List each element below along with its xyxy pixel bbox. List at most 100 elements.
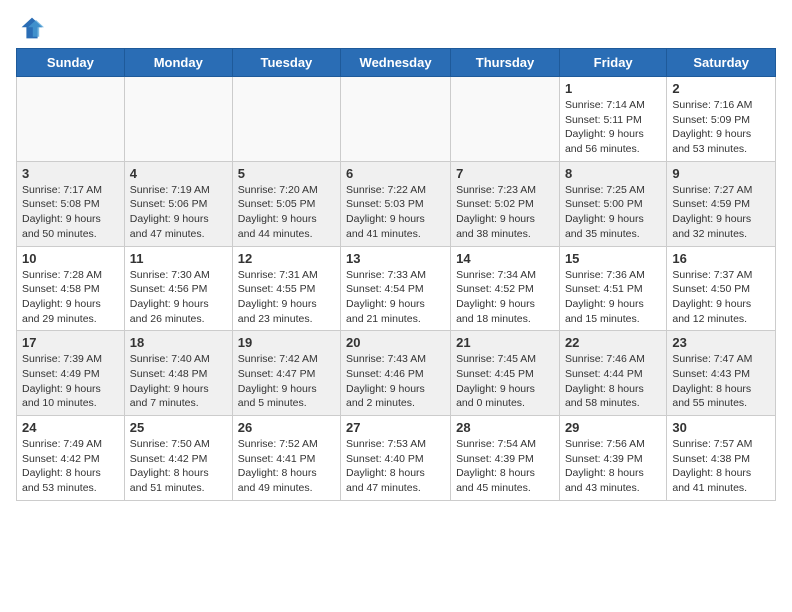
day-info: Sunrise: 7:40 AM Sunset: 4:48 PM Dayligh… (130, 352, 227, 411)
calendar-cell (124, 77, 232, 162)
logo-icon (20, 16, 44, 40)
day-info: Sunrise: 7:33 AM Sunset: 4:54 PM Dayligh… (346, 268, 445, 327)
day-header-saturday: Saturday (667, 49, 776, 77)
calendar-cell: 29 Sunrise: 7:56 AM Sunset: 4:39 PM Dayli… (559, 416, 666, 501)
calendar-cell: 4 Sunrise: 7:19 AM Sunset: 5:06 PM Daylig… (124, 161, 232, 246)
day-info: Sunrise: 7:57 AM Sunset: 4:38 PM Dayligh… (672, 437, 770, 496)
day-number: 18 (130, 335, 227, 350)
calendar-cell: 9Sunrise: 7:27 AM Sunset: 4:59 PM Daylig… (667, 161, 776, 246)
day-info: Sunrise: 7:56 AM Sunset: 4:39 PM Dayligh… (565, 437, 661, 496)
calendar-cell: 25 Sunrise: 7:50 AM Sunset: 4:42 PM Dayli… (124, 416, 232, 501)
day-number: 12 (238, 251, 335, 266)
calendar-cell: 11 Sunrise: 7:30 AM Sunset: 4:56 PM Dayli… (124, 246, 232, 331)
day-info: Sunrise: 7:17 AM Sunset: 5:08 PM Dayligh… (22, 183, 119, 242)
calendar-cell: 8 Sunrise: 7:25 AM Sunset: 5:00 PM Daylig… (559, 161, 666, 246)
day-info: Sunrise: 7:45 AM Sunset: 4:45 PM Dayligh… (456, 352, 554, 411)
calendar-cell (17, 77, 125, 162)
day-number: 24 (22, 420, 119, 435)
day-info: Sunrise: 7:20 AM Sunset: 5:05 PM Dayligh… (238, 183, 335, 242)
calendar-cell: 19 Sunrise: 7:42 AM Sunset: 4:47 PM Dayli… (232, 331, 340, 416)
calendar-cell: 15Sunrise: 7:36 AM Sunset: 4:51 PM Dayli… (559, 246, 666, 331)
logo (20, 16, 48, 40)
day-header-sunday: Sunday (17, 49, 125, 77)
day-number: 26 (238, 420, 335, 435)
day-info: Sunrise: 7:53 AM Sunset: 4:40 PM Dayligh… (346, 437, 445, 496)
day-number: 25 (130, 420, 227, 435)
page-header (0, 0, 792, 48)
calendar-cell: 10 Sunrise: 7:28 AM Sunset: 4:58 PM Dayli… (17, 246, 125, 331)
day-number: 8 (565, 166, 661, 181)
calendar-cell (232, 77, 340, 162)
day-info: Sunrise: 7:34 AM Sunset: 4:52 PM Dayligh… (456, 268, 554, 327)
day-header-tuesday: Tuesday (232, 49, 340, 77)
day-number: 13 (346, 251, 445, 266)
calendar-cell: 28Sunrise: 7:54 AM Sunset: 4:39 PM Dayli… (451, 416, 560, 501)
day-info: Sunrise: 7:52 AM Sunset: 4:41 PM Dayligh… (238, 437, 335, 496)
day-info: Sunrise: 7:16 AM Sunset: 5:09 PM Dayligh… (672, 98, 770, 157)
calendar-cell: 3 Sunrise: 7:17 AM Sunset: 5:08 PM Daylig… (17, 161, 125, 246)
calendar-cell: 2 Sunrise: 7:16 AM Sunset: 5:09 PM Daylig… (667, 77, 776, 162)
day-number: 30 (672, 420, 770, 435)
day-number: 19 (238, 335, 335, 350)
calendar-cell: 13 Sunrise: 7:33 AM Sunset: 4:54 PM Dayli… (341, 246, 451, 331)
day-header-thursday: Thursday (451, 49, 560, 77)
week-row-3: 10 Sunrise: 7:28 AM Sunset: 4:58 PM Dayli… (17, 246, 776, 331)
calendar-cell: 23 Sunrise: 7:47 AM Sunset: 4:43 PM Dayli… (667, 331, 776, 416)
day-info: Sunrise: 7:46 AM Sunset: 4:44 PM Dayligh… (565, 352, 661, 411)
day-info: Sunrise: 7:19 AM Sunset: 5:06 PM Dayligh… (130, 183, 227, 242)
day-number: 20 (346, 335, 445, 350)
day-info: Sunrise: 7:14 AM Sunset: 5:11 PM Dayligh… (565, 98, 661, 157)
day-info: Sunrise: 7:39 AM Sunset: 4:49 PM Dayligh… (22, 352, 119, 411)
day-info: Sunrise: 7:31 AM Sunset: 4:55 PM Dayligh… (238, 268, 335, 327)
day-number: 6 (346, 166, 445, 181)
day-number: 3 (22, 166, 119, 181)
calendar-cell: 20 Sunrise: 7:43 AM Sunset: 4:46 PM Dayli… (341, 331, 451, 416)
calendar-cell: 5 Sunrise: 7:20 AM Sunset: 5:05 PM Daylig… (232, 161, 340, 246)
day-info: Sunrise: 7:36 AM Sunset: 4:51 PM Dayligh… (565, 268, 661, 327)
day-number: 14 (456, 251, 554, 266)
day-info: Sunrise: 7:42 AM Sunset: 4:47 PM Dayligh… (238, 352, 335, 411)
week-row-4: 17 Sunrise: 7:39 AM Sunset: 4:49 PM Dayli… (17, 331, 776, 416)
calendar-cell: 24 Sunrise: 7:49 AM Sunset: 4:42 PM Dayli… (17, 416, 125, 501)
day-info: Sunrise: 7:49 AM Sunset: 4:42 PM Dayligh… (22, 437, 119, 496)
calendar-cell: 14 Sunrise: 7:34 AM Sunset: 4:52 PM Dayli… (451, 246, 560, 331)
day-info: Sunrise: 7:28 AM Sunset: 4:58 PM Dayligh… (22, 268, 119, 327)
day-number: 7 (456, 166, 554, 181)
calendar-cell: 18 Sunrise: 7:40 AM Sunset: 4:48 PM Dayli… (124, 331, 232, 416)
day-number: 1 (565, 81, 661, 96)
calendar-cell (451, 77, 560, 162)
day-info: Sunrise: 7:27 AM Sunset: 4:59 PM Dayligh… (672, 183, 770, 242)
day-header-wednesday: Wednesday (341, 49, 451, 77)
day-header-friday: Friday (559, 49, 666, 77)
week-row-1: 1 Sunrise: 7:14 AM Sunset: 5:11 PM Daylig… (17, 77, 776, 162)
day-number: 21 (456, 335, 554, 350)
day-number: 2 (672, 81, 770, 96)
day-info: Sunrise: 7:22 AM Sunset: 5:03 PM Dayligh… (346, 183, 445, 242)
day-number: 4 (130, 166, 227, 181)
day-number: 23 (672, 335, 770, 350)
day-number: 22 (565, 335, 661, 350)
calendar-container: SundayMondayTuesdayWednesdayThursdayFrid… (0, 48, 792, 509)
day-info: Sunrise: 7:47 AM Sunset: 4:43 PM Dayligh… (672, 352, 770, 411)
day-info: Sunrise: 7:23 AM Sunset: 5:02 PM Dayligh… (456, 183, 554, 242)
days-header-row: SundayMondayTuesdayWednesdayThursdayFrid… (17, 49, 776, 77)
calendar-cell: 6 Sunrise: 7:22 AM Sunset: 5:03 PM Daylig… (341, 161, 451, 246)
day-info: Sunrise: 7:43 AM Sunset: 4:46 PM Dayligh… (346, 352, 445, 411)
week-row-2: 3 Sunrise: 7:17 AM Sunset: 5:08 PM Daylig… (17, 161, 776, 246)
day-info: Sunrise: 7:25 AM Sunset: 5:00 PM Dayligh… (565, 183, 661, 242)
day-number: 27 (346, 420, 445, 435)
day-number: 5 (238, 166, 335, 181)
calendar-cell: 21 Sunrise: 7:45 AM Sunset: 4:45 PM Dayli… (451, 331, 560, 416)
day-info: Sunrise: 7:37 AM Sunset: 4:50 PM Dayligh… (672, 268, 770, 327)
day-number: 10 (22, 251, 119, 266)
calendar-cell: 16 Sunrise: 7:37 AM Sunset: 4:50 PM Dayli… (667, 246, 776, 331)
day-number: 17 (22, 335, 119, 350)
day-number: 16 (672, 251, 770, 266)
day-info: Sunrise: 7:54 AM Sunset: 4:39 PM Dayligh… (456, 437, 554, 496)
week-row-5: 24 Sunrise: 7:49 AM Sunset: 4:42 PM Dayli… (17, 416, 776, 501)
day-info: Sunrise: 7:30 AM Sunset: 4:56 PM Dayligh… (130, 268, 227, 327)
calendar-cell: 7 Sunrise: 7:23 AM Sunset: 5:02 PM Daylig… (451, 161, 560, 246)
day-info: Sunrise: 7:50 AM Sunset: 4:42 PM Dayligh… (130, 437, 227, 496)
day-number: 11 (130, 251, 227, 266)
day-number: 29 (565, 420, 661, 435)
